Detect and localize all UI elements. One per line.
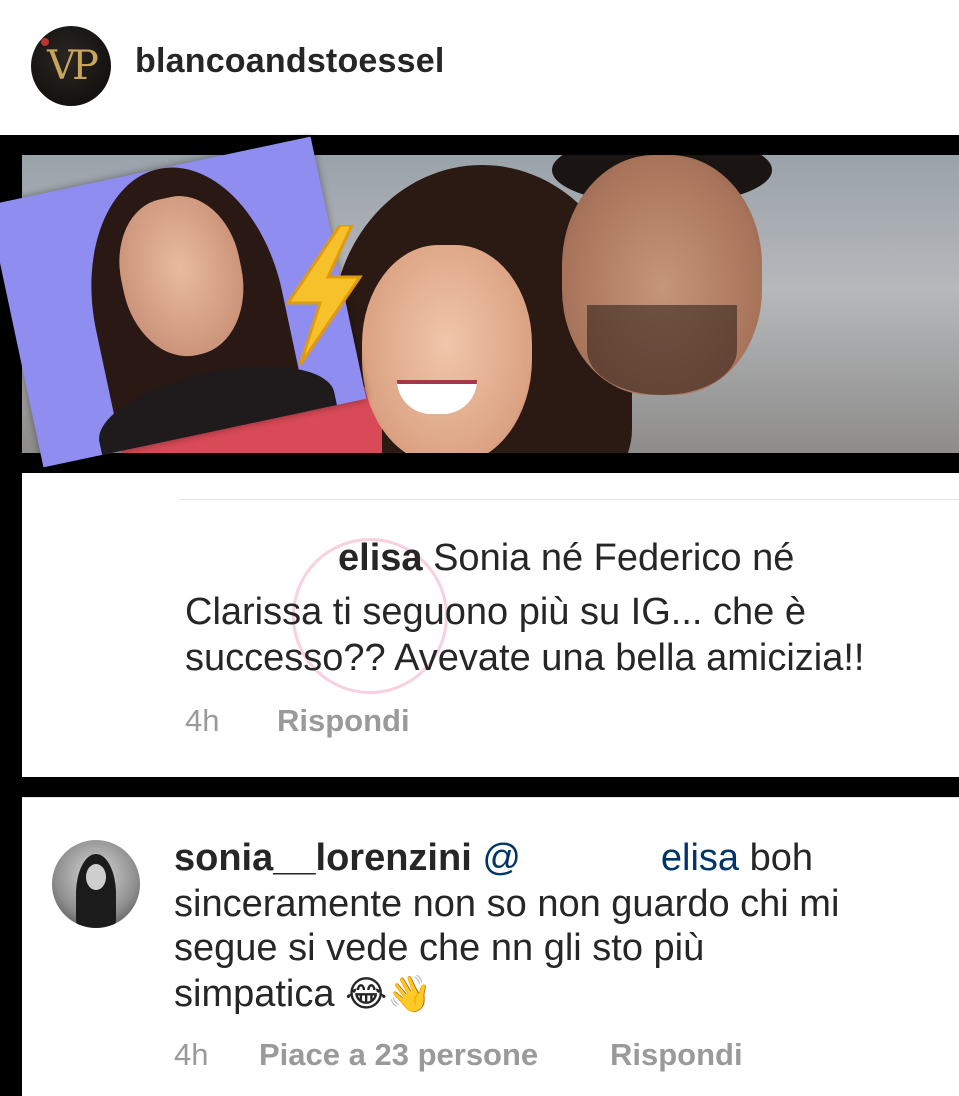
comment-2-text-1: boh [739,837,814,879]
avatar-face [86,864,106,890]
comment-1-line-1: elisa Sonia né Federico né [338,535,794,581]
divider [22,797,959,798]
comment-2-username[interactable]: sonia__lorenzini [174,837,472,879]
comment-2-line-2: sinceramente non so non guardo chi mi [174,883,840,925]
photo-man-beard [587,305,737,395]
comment-2-line-4: simpatica 😂👋 [174,971,432,1018]
comment-2-likes[interactable]: Piace a 23 persone [259,1037,538,1073]
comment-card-2: sonia__lorenzini @ elisa boh sinceramente… [22,797,959,1096]
lightning-icon [285,225,363,365]
profile-avatar[interactable]: VP [31,26,111,106]
comment-2-time: 4h [174,1037,209,1072]
tears-of-joy-emoji-icon: 😂 [345,974,388,1015]
post-username[interactable]: blancoandstoessel [135,42,445,81]
screenshot: VP blancoandstoessel elisa Sonia né Fede… [0,0,959,1096]
comment-2-meta: 4h [174,1037,208,1073]
comment-2-reply-button[interactable]: Rispondi [610,1037,743,1073]
comment-1-username[interactable]: elisa [338,537,423,579]
divider [180,499,959,500]
comment-2-line-3: segue si vede che nn gli sto più [174,927,705,969]
comment-2-avatar[interactable] [52,840,140,928]
comment-1-meta: 4h [185,703,219,739]
comment-1-reply-button[interactable]: Rispondi [277,703,410,739]
logo-ornament [41,38,49,46]
comment-1-text-1: Sonia né Federico né [422,537,795,579]
post-header: VP blancoandstoessel [0,0,959,135]
comment-2-text-4: simpatica [174,973,346,1015]
comment-2-mention[interactable]: elisa [661,837,739,879]
comment-1-time: 4h [185,703,220,738]
comment-card-1: elisa Sonia né Federico né Clarissa ti s… [22,473,959,777]
comment-1-line-2: Clarissa ti seguono più su IG... che è [185,591,806,633]
comment-2-mention-at[interactable]: @ [482,837,521,879]
logo-monogram: VP [47,43,99,89]
photo-woman-face [362,245,532,453]
comment-1-line-3: successo?? Avevate una bella amicizia!! [185,637,865,679]
comment-2-line-1: sonia__lorenzini @ elisa boh [174,835,813,881]
waving-hand-emoji-icon: 👋 [387,974,432,1015]
